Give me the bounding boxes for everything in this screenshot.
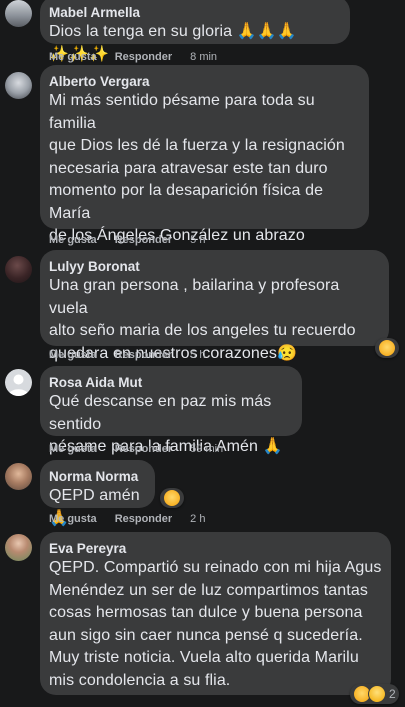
like-button[interactable]: Me gusta <box>49 513 97 525</box>
reaction-summary[interactable]: 2 <box>350 684 399 704</box>
avatar[interactable] <box>5 0 32 27</box>
reply-button[interactable]: Responder <box>115 234 172 246</box>
reaction-count: 2 <box>389 687 396 701</box>
comment-actions: Me gusta Responder 8 min <box>49 51 217 63</box>
avatar[interactable] <box>5 534 32 561</box>
reply-button[interactable]: Responder <box>115 349 172 361</box>
comment-actions: Me gusta Responder 5 h <box>49 234 205 246</box>
comment-author[interactable]: Mabel Armella <box>49 4 341 21</box>
comment-author[interactable]: Rosa Aida Mut <box>49 374 293 391</box>
comment-author[interactable]: Norma Norma <box>49 468 146 485</box>
avatar[interactable] <box>5 369 32 396</box>
like-button[interactable]: Me gusta <box>49 443 97 455</box>
reply-button[interactable]: Responder <box>115 51 172 63</box>
sad-reaction-icon <box>368 685 386 703</box>
comment-author[interactable]: Lulyy Boronat <box>49 258 380 275</box>
like-button[interactable]: Me gusta <box>49 234 97 246</box>
comment-bubble: Norma Norma QEPD amén 🙏 <box>40 460 155 527</box>
comment-time[interactable]: 5 h <box>190 234 205 246</box>
reaction-summary[interactable] <box>375 338 399 358</box>
comment-author[interactable]: Alberto Vergara <box>49 73 360 90</box>
comment-text: QEPD. Compartió su reinado con mi hija A… <box>49 559 382 689</box>
comment-bubble: Mabel Armella Dios la tenga en su gloria… <box>40 0 350 63</box>
comment-actions: Me gusta Responder 2 h <box>49 513 205 525</box>
care-reaction-icon <box>163 489 181 507</box>
comment-bubble: Alberto Vergara Mi más sentido pésame pa… <box>40 65 369 289</box>
care-reaction-icon <box>378 339 396 357</box>
like-button[interactable]: Me gusta <box>49 51 97 63</box>
comment-actions: Me gusta Responder 5 h <box>49 349 205 361</box>
like-button[interactable]: Me gusta <box>49 349 97 361</box>
comment-bubble: Eva Pereyra QEPD. Compartió su reinado c… <box>40 532 391 695</box>
comment-author[interactable]: Eva Pereyra <box>49 540 382 557</box>
comment-time[interactable]: 2 h <box>190 513 205 525</box>
comment-time[interactable]: 59 min <box>190 443 223 455</box>
comment-time[interactable]: 8 min <box>190 51 217 63</box>
reply-button[interactable]: Responder <box>115 513 172 525</box>
comment-time[interactable]: 5 h <box>190 349 205 361</box>
comment-bubble: Lulyy Boronat Una gran persona , bailari… <box>40 250 389 362</box>
comment-bubble: Rosa Aida Mut Qué descanse en paz mis má… <box>40 366 302 455</box>
reply-button[interactable]: Responder <box>115 443 172 455</box>
reaction-summary[interactable] <box>160 488 184 508</box>
comment-actions: Me gusta Responder 59 min <box>49 443 223 455</box>
avatar[interactable] <box>5 72 32 99</box>
default-avatar-icon <box>8 374 29 396</box>
avatar[interactable] <box>5 463 32 490</box>
avatar[interactable] <box>5 256 32 283</box>
